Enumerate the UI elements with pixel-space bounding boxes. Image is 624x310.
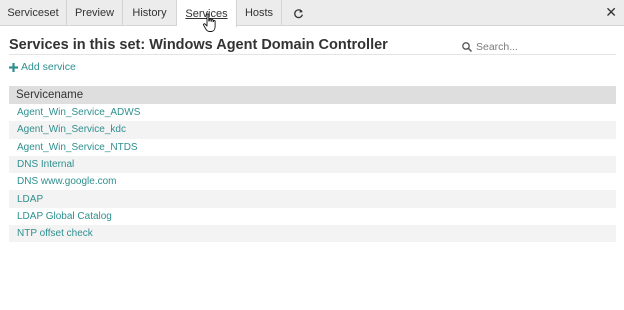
refresh-icon[interactable]: [282, 0, 314, 26]
table-row: LDAP: [9, 190, 616, 208]
add-service-button[interactable]: Add service: [9, 61, 76, 73]
hand-cursor-icon: [203, 13, 216, 32]
tab-serviceset[interactable]: Serviceset: [0, 0, 67, 26]
table-row: DNS Internal: [9, 155, 616, 174]
tab-hosts[interactable]: Hosts: [237, 0, 282, 26]
title-divider: [9, 54, 616, 55]
table-row: DNS www.google.com: [9, 173, 616, 191]
tab-history[interactable]: History: [123, 0, 177, 26]
table-row: LDAP Global Catalog: [9, 207, 616, 226]
service-link[interactable]: DNS www.google.com: [17, 176, 116, 187]
tab-preview[interactable]: Preview: [67, 0, 123, 26]
search-box[interactable]: [458, 39, 616, 55]
search-icon: [462, 41, 473, 52]
column-header-servicename[interactable]: Servicename: [9, 86, 616, 104]
table-row: Agent_Win_Service_NTDS: [9, 138, 616, 156]
service-link[interactable]: Agent_Win_Service_kdc: [17, 124, 126, 135]
table-row: NTP offset check: [9, 225, 616, 243]
service-link[interactable]: LDAP: [17, 194, 43, 205]
search-input[interactable]: [476, 40, 606, 53]
services-table: Servicename Agent_Win_Service_ADWS Agent…: [9, 86, 616, 243]
table-row: Agent_Win_Service_kdc: [9, 121, 616, 139]
service-link[interactable]: DNS Internal: [17, 159, 74, 170]
table-row: Agent_Win_Service_ADWS: [9, 104, 616, 122]
service-link[interactable]: Agent_Win_Service_ADWS: [17, 107, 140, 118]
plus-icon: [9, 62, 18, 72]
service-link[interactable]: NTP offset check: [17, 228, 93, 239]
page-title: Services in this set: Windows Agent Doma…: [9, 37, 388, 53]
service-link[interactable]: LDAP Global Catalog: [17, 211, 112, 222]
add-service-label: Add service: [21, 61, 76, 73]
close-icon[interactable]: ✕: [605, 4, 617, 21]
service-link[interactable]: Agent_Win_Service_NTDS: [17, 142, 138, 153]
table-body: Agent_Win_Service_ADWS Agent_Win_Service…: [9, 104, 616, 243]
tab-bar: Serviceset Preview History Services Host…: [0, 0, 624, 27]
